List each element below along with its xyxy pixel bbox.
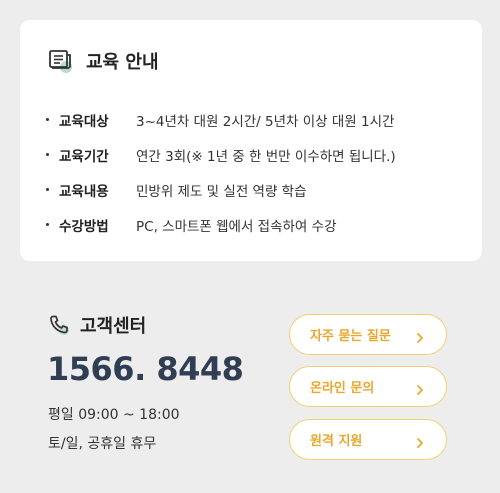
- info-value: PC, 스마트폰 웹에서 접속하여 수강: [136, 218, 337, 235]
- education-header: 교육 안내: [48, 48, 159, 74]
- info-row-period: 교육기간 연간 3회(※ 1년 중 한 번만 이수하면 됩니다.): [46, 137, 396, 172]
- book-icon: [48, 48, 76, 74]
- bullet: [46, 153, 49, 156]
- support-header: 고객센터: [48, 312, 146, 338]
- faq-button-label: 자주 묻는 질문: [310, 329, 391, 344]
- education-card: 교육 안내 교육대상 3~4년차 대원 2시간/ 5년차 이상 대원 1시간 교…: [20, 20, 482, 261]
- faq-button[interactable]: 자주 묻는 질문: [289, 314, 447, 355]
- chevron-right-icon: [414, 434, 426, 448]
- info-value: 3~4년차 대원 2시간/ 5년차 이상 대원 1시간: [136, 113, 395, 130]
- remote-support-button[interactable]: 원격 지원: [289, 419, 447, 460]
- bullet: [46, 118, 49, 121]
- info-key: 교육내용: [59, 183, 109, 200]
- chevron-right-icon: [414, 381, 426, 395]
- support-closed-days: 토/일, 공휴일 휴무: [48, 436, 157, 452]
- info-key: 수강방법: [59, 218, 109, 235]
- info-value: 민방위 제도 및 실전 역량 학습: [136, 183, 307, 200]
- info-key: 교육대상: [59, 113, 109, 130]
- chevron-right-icon: [414, 329, 426, 343]
- info-row-method: 수강방법 PC, 스마트폰 웹에서 접속하여 수강: [46, 207, 396, 242]
- bullet: [46, 188, 49, 191]
- online-inquiry-button[interactable]: 온라인 문의: [289, 366, 447, 407]
- info-row-target: 교육대상 3~4년차 대원 2시간/ 5년차 이상 대원 1시간: [46, 102, 396, 137]
- phone-icon: [48, 314, 70, 336]
- support-phone-number: 1566. 8448: [47, 350, 244, 388]
- info-row-content: 교육내용 민방위 제도 및 실전 역량 학습: [46, 172, 396, 207]
- education-info-list: 교육대상 3~4년차 대원 2시간/ 5년차 이상 대원 1시간 교육기간 연간…: [46, 102, 396, 242]
- support-hours: 평일 09:00 ~ 18:00: [48, 407, 180, 423]
- education-title: 교육 안내: [86, 52, 159, 73]
- support-title: 고객센터: [80, 316, 147, 337]
- remote-support-button-label: 원격 지원: [310, 434, 363, 449]
- online-inquiry-button-label: 온라인 문의: [310, 381, 375, 396]
- info-key: 교육기간: [59, 148, 109, 165]
- info-value: 연간 3회(※ 1년 중 한 번만 이수하면 됩니다.): [136, 148, 396, 165]
- bullet: [46, 223, 49, 226]
